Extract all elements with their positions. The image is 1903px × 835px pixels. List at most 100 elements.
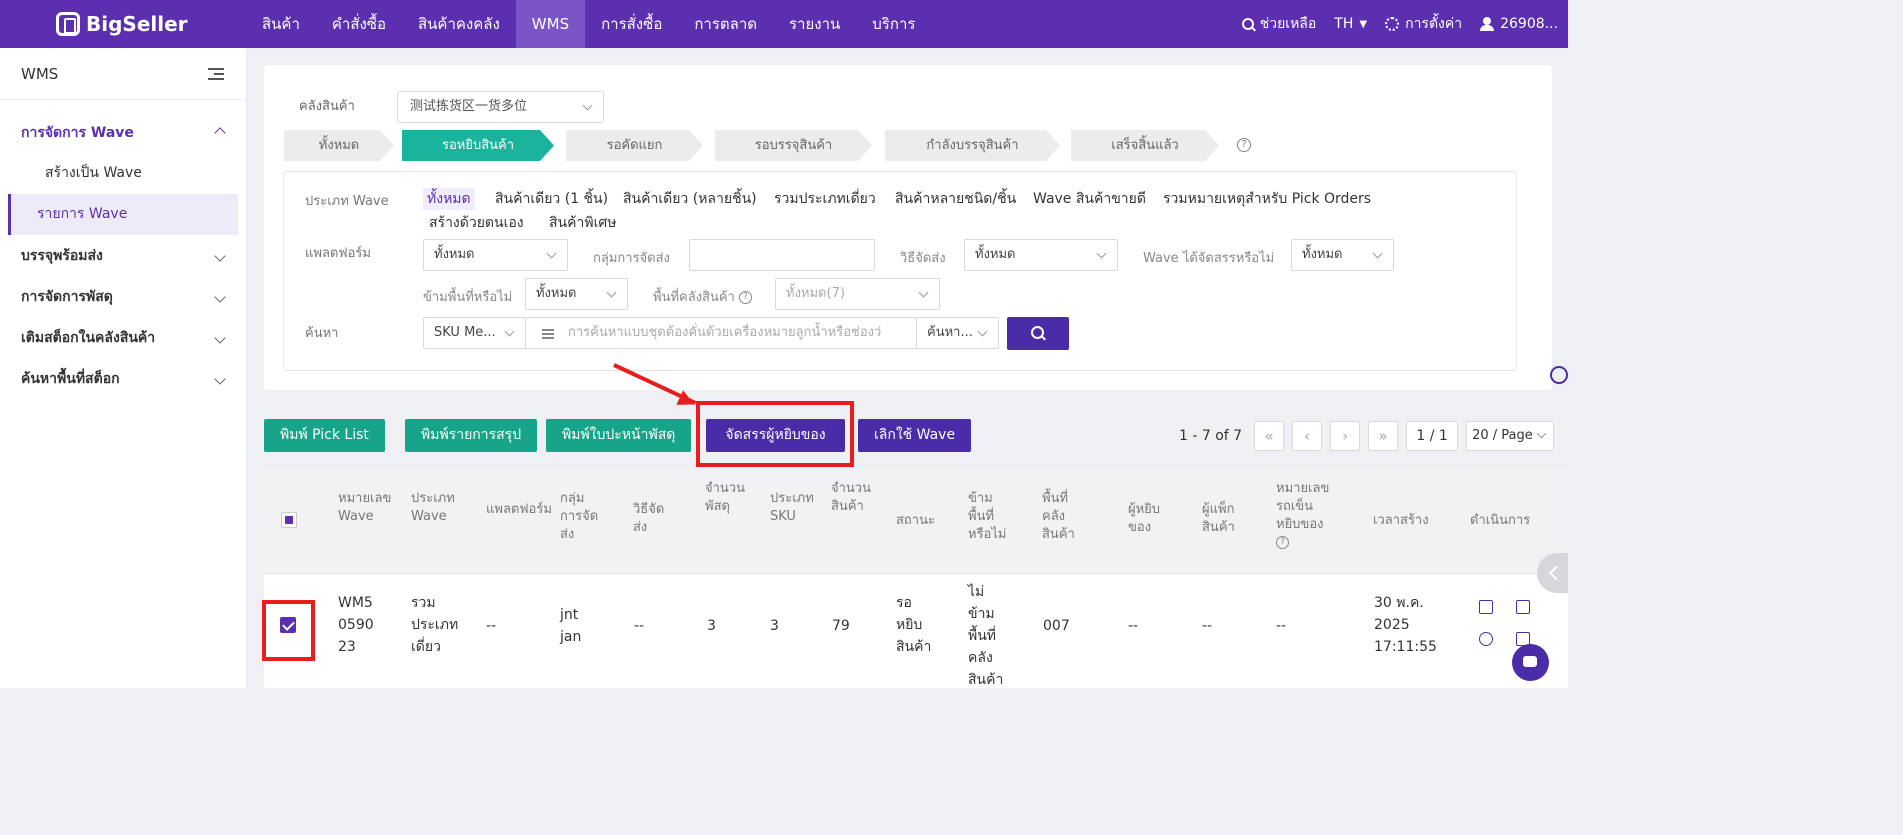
- sidebar-item-create-wave[interactable]: สร้างเป็น Wave: [8, 153, 238, 194]
- chevron-down-icon: [918, 287, 929, 298]
- search-field-select[interactable]: SKU Me...: [423, 317, 526, 349]
- nav-item-marketing[interactable]: การตลาด: [678, 0, 773, 48]
- assigned-select[interactable]: ทั้งหมด: [1291, 239, 1394, 271]
- print-summary-button[interactable]: พิมพ์รายการสรุป: [405, 419, 538, 452]
- sidebar-group-label: การจัดการพัสดุ: [21, 288, 113, 305]
- brand-logo[interactable]: BigSeller: [56, 12, 246, 36]
- cell-cross-area: ไม่ข้ามพื้นที่คลังสินค้า: [968, 584, 1004, 688]
- print-pick-list-button[interactable]: พิมพ์ Pick List: [264, 419, 385, 452]
- highlight-box-assign: [696, 401, 854, 467]
- col-ship-group: กลุ่มการจัดส่ง: [560, 491, 599, 542]
- col-parcel-qty: จำนวนพัสดุ: [705, 481, 745, 514]
- warehouse-select[interactable]: 测试拣货区一货多位: [397, 91, 604, 123]
- step-completed[interactable]: เสร็จสิ้นแล้ว: [1071, 130, 1219, 161]
- sidebar-item-wave-list[interactable]: รายการ Wave: [8, 194, 238, 235]
- sidebar-group-stock-location[interactable]: ค้นหาพื้นที่สต็อก: [0, 358, 246, 399]
- list-icon: [542, 329, 554, 339]
- nav-item-orders[interactable]: คำสั่งซื้อ: [316, 0, 402, 48]
- document-icon[interactable]: [1516, 600, 1530, 614]
- last-page-icon[interactable]: »: [1368, 421, 1399, 451]
- top-right-tools: ช่วยเหลือ TH ▼ การตั้งค่า 26908...: [1241, 13, 1568, 35]
- chevron-down-icon: [214, 290, 226, 303]
- ship-group-input[interactable]: [689, 239, 875, 271]
- wave-type-manual[interactable]: สร้างด้วยตนเอง: [429, 212, 524, 234]
- wave-type-remark[interactable]: รวมหมายเหตุสำหรับ Pick Orders: [1163, 188, 1371, 210]
- search-icon: [1031, 326, 1044, 339]
- cancel-wave-button[interactable]: เลิกใช้ Wave: [858, 419, 972, 452]
- nav-item-wms[interactable]: WMS: [515, 0, 586, 48]
- step-waiting-sort[interactable]: รอคัดแยก: [566, 130, 703, 161]
- wave-type-hot-sell[interactable]: Wave สินค้าขายดี: [1033, 188, 1146, 210]
- nav-item-services[interactable]: บริการ: [856, 0, 931, 48]
- search-icon[interactable]: [1550, 366, 1568, 384]
- search-input[interactable]: การค้นหาแบบชุดต้องคั่นด้วยเครื่องหมายลูก…: [525, 317, 917, 349]
- ship-method-select[interactable]: ทั้งหมด: [964, 239, 1118, 271]
- sidebar-group-label: ค้นหาพื้นที่สต็อก: [21, 370, 120, 387]
- page-indicator[interactable]: 1 / 1: [1406, 421, 1459, 451]
- col-platform: แพลตฟอร์ม: [486, 502, 552, 517]
- bigseller-logo-icon: [56, 12, 80, 36]
- gear-icon: [1385, 17, 1400, 31]
- brand-name: BigSeller: [86, 12, 188, 36]
- wave-type-merged-single[interactable]: รวมประเภทเดี่ยว: [774, 188, 876, 210]
- col-warehouse-area: พื้นที่คลังสินค้า: [1042, 491, 1075, 542]
- wave-type-all[interactable]: ทั้งหมด: [423, 188, 475, 210]
- nav-item-reports[interactable]: รายงาน: [773, 0, 856, 48]
- wave-type-special[interactable]: สินค้าพิเศษ: [549, 212, 616, 234]
- wave-type-single-one[interactable]: สินค้าเดียว (1 ชิ้น): [495, 188, 608, 210]
- settings-link[interactable]: การตั้งค่า: [1385, 13, 1462, 35]
- user-menu[interactable]: 26908...: [1480, 16, 1558, 32]
- print-icon[interactable]: [1479, 600, 1493, 614]
- help-icon[interactable]: ?: [738, 291, 752, 304]
- search-button[interactable]: [1007, 317, 1069, 350]
- filter-form: ประเภท Wave ทั้งหมด สินค้าเดียว (1 ชิ้น)…: [283, 171, 1517, 371]
- highlight-box-checkbox: [262, 600, 315, 661]
- help-icon[interactable]: ?: [1237, 138, 1251, 152]
- help-icon[interactable]: ?: [1276, 536, 1289, 549]
- chevron-up-icon: [214, 126, 226, 139]
- col-picker: ผู้หยิบของ: [1128, 502, 1161, 535]
- cell-wave-type: รวมประเภทเดี่ยว: [411, 595, 459, 655]
- step-packing[interactable]: กำลังบรรจุสินค้า: [885, 130, 1060, 161]
- cell-wave-no[interactable]: WM5059023: [338, 592, 378, 658]
- page-size-select[interactable]: 20 / Page: [1466, 421, 1555, 451]
- chevron-down-icon: [214, 331, 226, 344]
- language-switcher[interactable]: TH ▼: [1334, 16, 1367, 32]
- cross-area-select[interactable]: ทั้งหมด: [525, 278, 628, 310]
- search-mode-select[interactable]: ค้นหา...: [916, 317, 999, 349]
- chevron-down-icon: [1096, 248, 1107, 259]
- col-wave-type: ประเภท Wave: [411, 491, 455, 524]
- chat-icon[interactable]: [1512, 644, 1549, 681]
- chevron-down-icon: [214, 249, 226, 262]
- warehouse-area-select[interactable]: ทั้งหมด(7): [775, 278, 940, 310]
- platform-select[interactable]: ทั้งหมด: [423, 239, 568, 271]
- minus-circle-icon[interactable]: [1479, 632, 1493, 646]
- step-all[interactable]: ทั้งหมด: [284, 130, 394, 161]
- cell-warehouse-area: 007: [1043, 618, 1070, 634]
- step-waiting-pack[interactable]: รอบรรจุสินค้า: [715, 130, 872, 161]
- nav-item-inventory[interactable]: สินค้าคงคลัง: [402, 0, 516, 48]
- platform-value: ทั้งหมด: [434, 247, 475, 262]
- wave-type-multi-sku[interactable]: สินค้าหลายชนิด/ชิ้น: [895, 188, 1016, 210]
- warehouse-area-label: พื้นที่คลังสินค้า?: [653, 286, 752, 307]
- prev-page-icon[interactable]: ‹: [1292, 421, 1323, 451]
- top-nav-bar: BigSeller สินค้า คำสั่งซื้อ สินค้าคงคลัง…: [0, 0, 1568, 48]
- nav-item-products[interactable]: สินค้า: [246, 0, 316, 48]
- select-all-checkbox[interactable]: [281, 512, 297, 528]
- col-ship-method: วิธีจัดส่ง: [633, 502, 665, 535]
- nav-item-purchase[interactable]: การสั่งซื้อ: [585, 0, 678, 48]
- step-waiting-pick[interactable]: รอหยิบสินค้า: [402, 130, 554, 161]
- sidebar-group-replenish[interactable]: เติมสต็อกในคลังสินค้า: [0, 317, 246, 358]
- sidebar-group-parcel-management[interactable]: การจัดการพัสดุ: [0, 276, 246, 317]
- next-page-icon[interactable]: ›: [1330, 421, 1361, 451]
- help-link[interactable]: ช่วยเหลือ: [1241, 13, 1316, 35]
- chevron-down-icon: [546, 248, 557, 259]
- print-label-button[interactable]: พิมพ์ใบปะหน้าพัสดุ: [546, 419, 692, 452]
- sidebar-group-wave-management[interactable]: การจัดการ Wave: [0, 112, 246, 153]
- first-page-icon[interactable]: «: [1254, 421, 1285, 451]
- assigned-label: Wave ได้จัดสรรหรือไม่: [1143, 251, 1275, 266]
- wave-type-single-multi[interactable]: สินค้าเดียว (หลายชิ้น): [623, 188, 757, 210]
- collapse-menu-icon[interactable]: [208, 67, 224, 80]
- col-wave-no: หมายเลข Wave: [338, 491, 392, 524]
- sidebar-group-packing[interactable]: บรรจุพร้อมส่ง: [0, 235, 246, 276]
